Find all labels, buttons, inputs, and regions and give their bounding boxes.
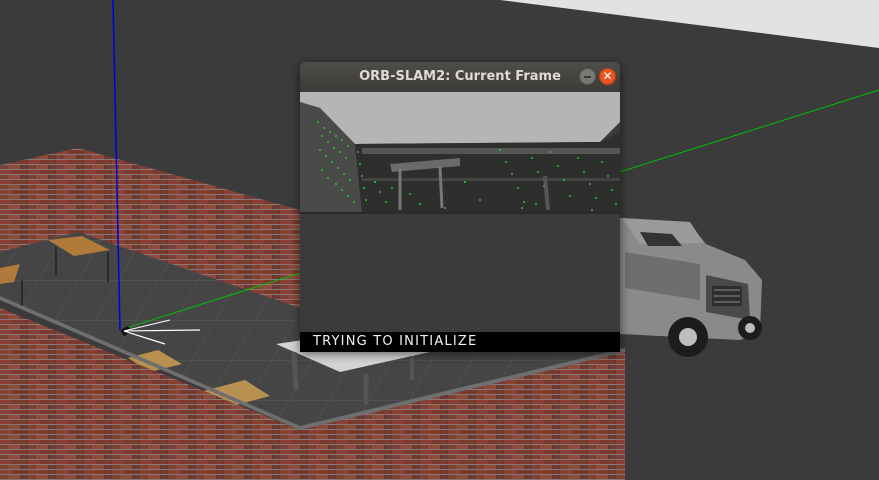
window-title: ORB-SLAM2: Current Frame <box>359 69 561 84</box>
close-button[interactable]: ✕ <box>599 68 616 85</box>
orb-slam2-current-frame-window[interactable]: ORB-SLAM2: Current Frame ✕ TRYING TO INI… <box>300 62 620 352</box>
tracking-status-text: TRYING TO INITIALIZE <box>313 334 478 349</box>
close-icon: ✕ <box>602 69 613 83</box>
minimize-button[interactable] <box>579 68 596 85</box>
window-titlebar[interactable]: ORB-SLAM2: Current Frame ✕ <box>300 62 620 93</box>
current-frame-image <box>300 92 620 332</box>
ceiling-region <box>300 92 620 144</box>
status-bar: TRYING TO INITIALIZE <box>300 332 620 352</box>
back-wall-region <box>355 132 620 213</box>
